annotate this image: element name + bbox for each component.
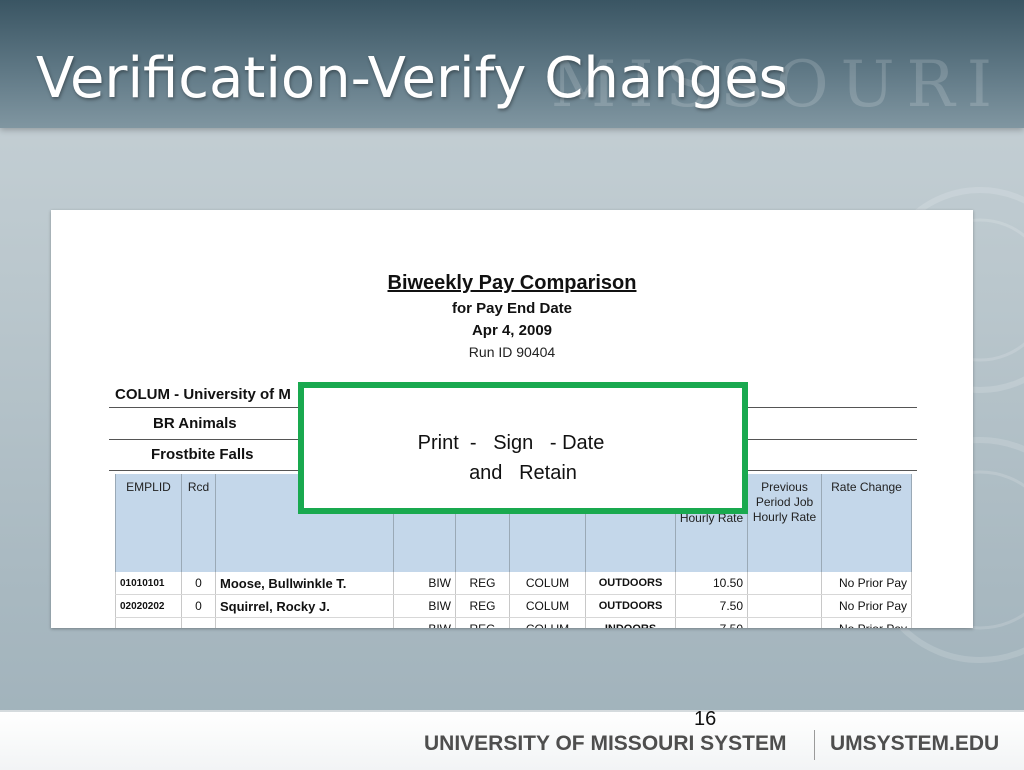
cell-rate-change: No Prior Pay: [821, 617, 912, 628]
slide-title: Verification-Verify Changes: [36, 46, 788, 111]
report-run-id: Run ID 90404: [468, 344, 556, 360]
instruction-callout: Print - Sign - Date and Retain: [298, 382, 748, 514]
cell-business-unit: COLUM: [509, 572, 586, 595]
cell-department: INDOORS: [585, 617, 676, 628]
cell-emplid: [115, 617, 182, 628]
cell-payroll-rate: 7.50: [675, 617, 748, 628]
table-row: BIW REG COLUM INDOORS 7.50 No Prior Pay: [115, 617, 912, 628]
cell-department: OUTDOORS: [585, 572, 676, 595]
col-header-emplid: EMPLID: [115, 474, 182, 572]
report-title: Biweekly Pay Comparison: [387, 272, 637, 294]
cell-paygroup: BIW: [393, 594, 456, 618]
cell-rate-change: No Prior Pay: [821, 594, 912, 618]
cell-paygroup: BIW: [393, 617, 456, 628]
cell-department: OUTDOORS: [585, 594, 676, 618]
slide-page-number: 16: [694, 708, 717, 730]
footer-website: UMSYSTEM.EDU: [830, 732, 1000, 755]
report-subtitle: for Pay End Date: [451, 300, 573, 317]
cell-payroll-rate: 7.50: [675, 594, 748, 618]
cell-paygroup: BIW: [393, 572, 456, 595]
cell-rcd: [181, 617, 216, 628]
col-header-previous-rate: Previous Period Job Hourly Rate: [747, 474, 822, 572]
cell-business-unit: COLUM: [509, 617, 586, 628]
table-row: 02020202 0 Squirrel, Rocky J. BIW REG CO…: [115, 594, 912, 618]
report-date: Apr 4, 2009: [471, 322, 553, 339]
cell-rcd: 0: [181, 572, 216, 595]
cell-business-unit: COLUM: [509, 594, 586, 618]
cell-previous-rate: [747, 572, 822, 595]
col-header-rcd: Rcd: [181, 474, 216, 572]
footer-university-name: UNIVERSITY OF MISSOURI SYSTEM: [424, 732, 787, 755]
cell-rcd: 0: [181, 594, 216, 618]
org-level-department: Frostbite Falls: [151, 446, 254, 463]
org-level-division: BR Animals: [153, 415, 237, 432]
col-header-rate-change: Rate Change: [821, 474, 912, 572]
cell-earn-type: REG: [455, 572, 510, 595]
cell-name: [215, 617, 394, 628]
cell-name: Squirrel, Rocky J.: [215, 594, 394, 618]
cell-previous-rate: [747, 594, 822, 618]
cell-name: Moose, Bullwinkle T.: [215, 572, 394, 595]
callout-line-retain: and Retain: [469, 462, 577, 484]
callout-line-print-sign-date: Print - Sign - Date: [417, 432, 605, 454]
cell-payroll-rate: 10.50: [675, 572, 748, 595]
cell-emplid: 01010101: [115, 572, 182, 595]
footer-bar: UNIVERSITY OF MISSOURI SYSTEM UMSYSTEM.E…: [0, 710, 1024, 770]
cell-earn-type: REG: [455, 617, 510, 628]
cell-rate-change: No Prior Pay: [821, 572, 912, 595]
table-row: 01010101 0 Moose, Bullwinkle T. BIW REG …: [115, 572, 912, 595]
cell-emplid: 02020202: [115, 594, 182, 618]
title-bar: MISSOURI Verification-Verify Changes: [0, 0, 1024, 128]
cell-previous-rate: [747, 617, 822, 628]
org-level-campus: COLUM - University of M: [115, 386, 291, 403]
cell-earn-type: REG: [455, 594, 510, 618]
footer-divider: [814, 730, 815, 760]
